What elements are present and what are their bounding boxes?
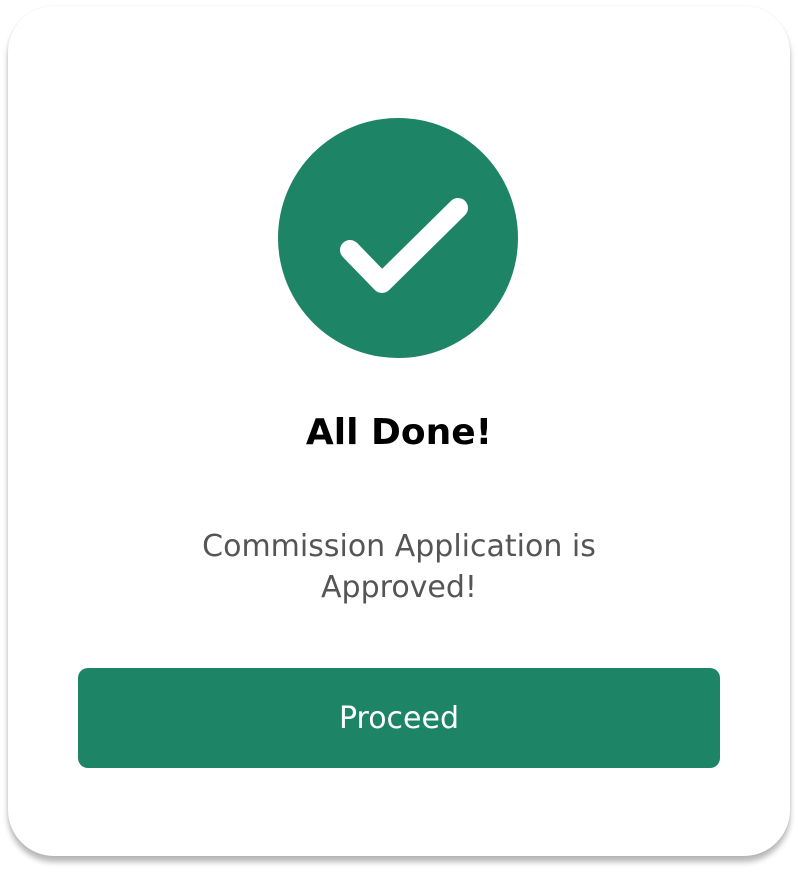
proceed-button[interactable]: Proceed: [78, 668, 720, 768]
dialog-title: All Done!: [305, 412, 493, 453]
success-dialog: All Done! Commission Application is Appr…: [8, 6, 790, 856]
dialog-message: Commission Application is Approved!: [202, 529, 596, 605]
check-icon: [340, 198, 468, 293]
success-badge: [278, 118, 518, 358]
